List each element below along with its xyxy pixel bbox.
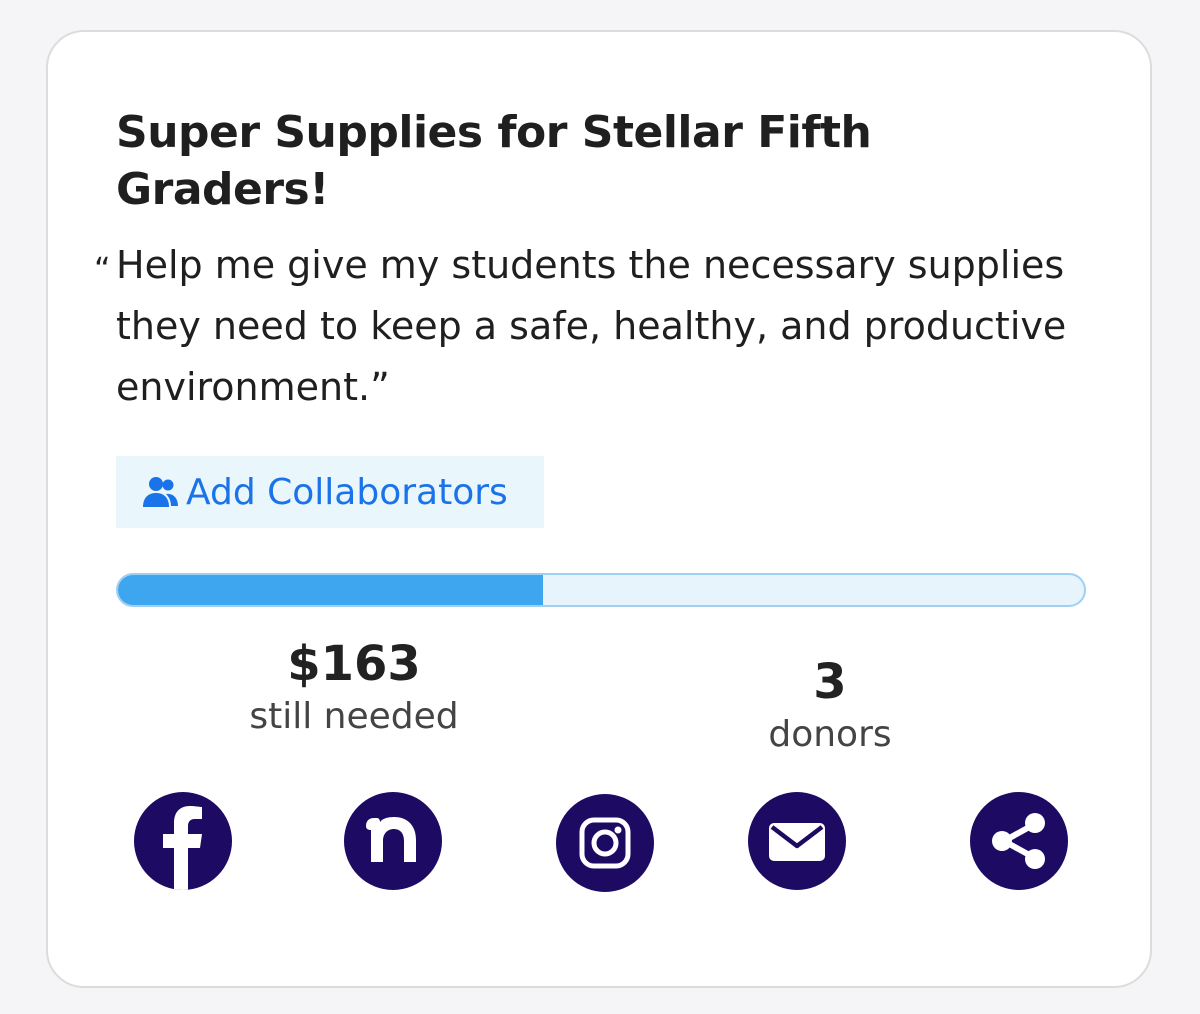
project-quote: “Help me give my students the necessary … (94, 235, 1076, 418)
email-share-button[interactable] (748, 792, 846, 890)
add-collaborators-label: Add Collaborators (186, 471, 508, 513)
still-needed-amount: $163 (287, 636, 421, 692)
add-collaborators-button[interactable]: Add Collaborators (116, 456, 544, 528)
funding-progress-bar (116, 573, 1086, 607)
quote-open-mark: “ (94, 250, 111, 288)
still-needed-label: still needed (249, 696, 459, 737)
facebook-share-button[interactable] (134, 792, 232, 890)
share-icon (992, 813, 1045, 869)
project-title: Super Supplies for Stellar Fifth Graders… (116, 107, 872, 215)
quote-text: Help me give my students the necessary s… (116, 243, 1067, 409)
donors-stat: 3 donors (730, 654, 930, 760)
funding-progress-fill (118, 575, 544, 605)
nextdoor-icon (366, 817, 416, 862)
facebook-icon (163, 806, 202, 890)
email-icon (769, 823, 825, 861)
users-icon (143, 477, 178, 507)
instagram-icon (579, 817, 631, 869)
project-card: Super Supplies for Stellar Fifth Graders… (46, 30, 1152, 988)
share-button[interactable] (970, 792, 1068, 890)
quote-close-mark: ” (370, 365, 390, 409)
still-needed-stat: $163 still needed (224, 636, 484, 742)
instagram-share-button[interactable] (556, 794, 654, 892)
donors-label: donors (768, 714, 892, 755)
donors-count: 3 (813, 654, 847, 710)
nextdoor-share-button[interactable] (344, 792, 442, 890)
